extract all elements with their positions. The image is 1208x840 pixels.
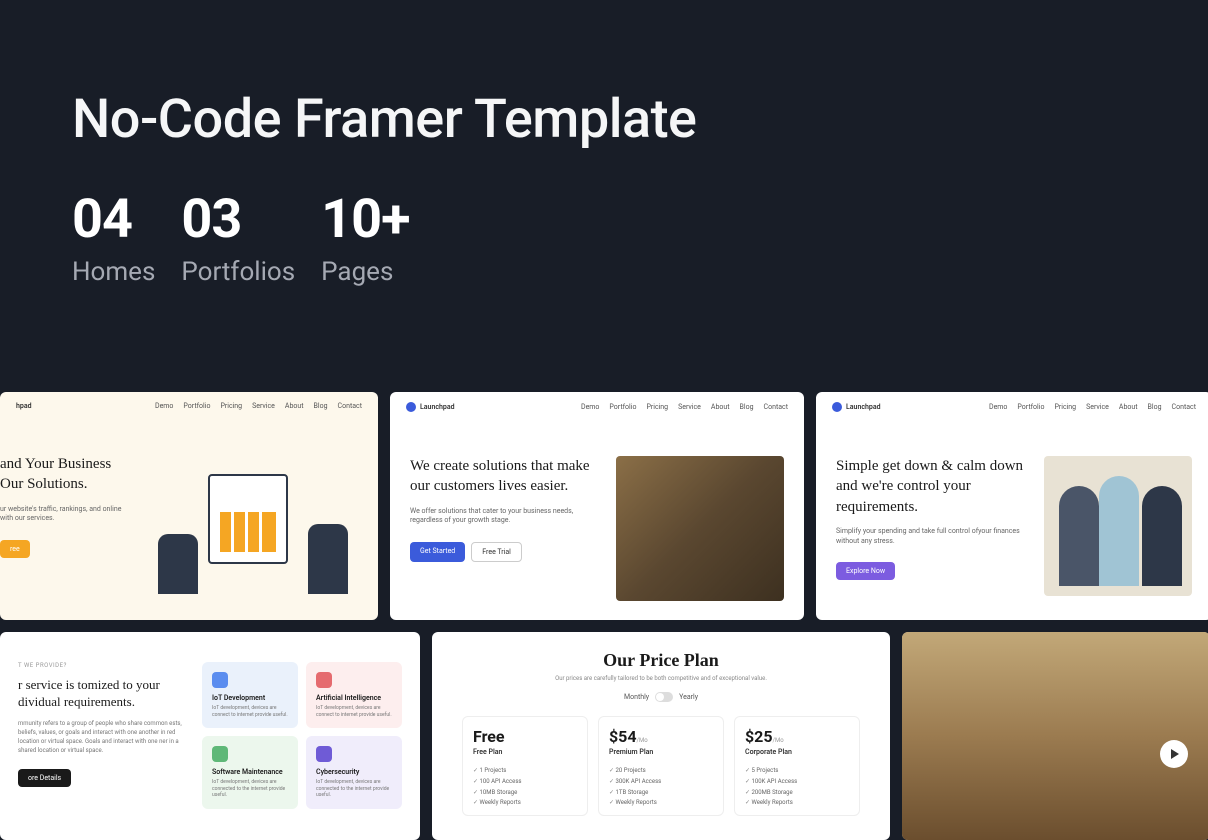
service-cards: IoT Development IoT development, devices… xyxy=(202,662,402,809)
thumb-menu: Demo Portfolio Pricing Service About Blo… xyxy=(581,403,788,411)
stat-num: 03 xyxy=(181,193,295,247)
thumb-nav: Launchpad Demo Portfolio Pricing Service… xyxy=(390,392,804,422)
thumb-image xyxy=(1044,456,1192,596)
template-thumb-1[interactable]: hpad Demo Portfolio Pricing Service Abou… xyxy=(0,392,378,620)
logo-icon xyxy=(406,402,416,412)
thumb-menu: Demo Portfolio Pricing Service About Blo… xyxy=(989,403,1196,411)
template-thumb-3[interactable]: Launchpad Demo Portfolio Pricing Service… xyxy=(816,392,1208,620)
thumb-headline: We create solutions that make our custom… xyxy=(410,456,600,497)
grid-row-2: T WE PROVIDE? r service is tomized to yo… xyxy=(0,632,1208,840)
toggle-switch[interactable] xyxy=(655,692,673,702)
stat-label: Portfolios xyxy=(181,257,295,287)
thumb-logo: Launchpad xyxy=(832,402,881,412)
hero-title: No-Code Framer Template xyxy=(72,88,1208,151)
thumb-label: T WE PROVIDE? xyxy=(18,662,184,669)
ai-icon xyxy=(316,672,332,688)
iot-icon xyxy=(212,672,228,688)
stat-homes: 04 Homes xyxy=(72,193,155,287)
hero-section: No-Code Framer Template 04 Homes 03 Port… xyxy=(0,0,1208,287)
software-icon xyxy=(212,746,228,762)
template-thumb-4[interactable]: T WE PROVIDE? r service is tomized to yo… xyxy=(0,632,420,840)
plan-free: Free Free Plan 1 Projects 100 API Access… xyxy=(462,716,588,816)
thumb-logo: hpad xyxy=(16,402,32,410)
logo-icon xyxy=(832,402,842,412)
thumb-menu: Demo Portfolio Pricing Service About Blo… xyxy=(155,402,362,410)
thumb-headline: and Your Business Our Solutions. xyxy=(0,454,132,495)
thumb-image xyxy=(616,456,784,601)
thumb-illustration xyxy=(148,454,358,604)
plan-features: 20 Projects 300K API Access 1TB Storage … xyxy=(609,766,713,809)
stats-row: 04 Homes 03 Portfolios 10+ Pages xyxy=(72,193,1208,287)
cta-button[interactable]: ree xyxy=(0,540,30,558)
stat-label: Homes xyxy=(72,257,155,287)
pricing-title: Our Price Plan xyxy=(462,650,860,671)
get-started-button[interactable]: Get Started xyxy=(410,542,465,562)
billing-toggle[interactable]: Monthly Yearly xyxy=(462,692,860,702)
service-card-ai: Artificial Intelligence IoT development,… xyxy=(306,662,402,728)
stat-num: 10+ xyxy=(321,193,409,247)
stat-pages: 10+ Pages xyxy=(321,193,409,287)
thumb-subtext: ur website's traffic, rankings, and onli… xyxy=(0,505,132,525)
security-icon xyxy=(316,746,332,762)
pricing-sub: Our prices are carefully tailored to be … xyxy=(462,675,860,682)
template-thumb-5[interactable]: Our Price Plan Our prices are carefully … xyxy=(432,632,890,840)
service-card-iot: IoT Development IoT development, devices… xyxy=(202,662,298,728)
thumb-nav: Launchpad Demo Portfolio Pricing Service… xyxy=(816,392,1208,422)
plan-features: 1 Projects 100 API Access 10MB Storage W… xyxy=(473,766,577,809)
thumb-subtext: mmunity refers to a group of people who … xyxy=(18,719,184,755)
template-grid: hpad Demo Portfolio Pricing Service Abou… xyxy=(0,392,1208,840)
explore-button[interactable]: Explore Now xyxy=(836,562,895,580)
thumb-subtext: Simplify your spending and take full con… xyxy=(836,527,1028,547)
free-trial-button[interactable]: Free Trial xyxy=(471,542,522,562)
stat-num: 04 xyxy=(72,193,155,247)
stat-portfolios: 03 Portfolios xyxy=(181,193,295,287)
plan-corporate: $25/Mo Corporate Plan 5 Projects 100K AP… xyxy=(734,716,860,816)
thumb-nav: hpad Demo Portfolio Pricing Service Abou… xyxy=(0,392,378,420)
more-details-button[interactable]: ore Details xyxy=(18,769,71,787)
thumb-headline: r service is tomized to your dividual re… xyxy=(18,677,184,711)
template-thumb-2[interactable]: Launchpad Demo Portfolio Pricing Service… xyxy=(390,392,804,620)
grid-row-1: hpad Demo Portfolio Pricing Service Abou… xyxy=(0,392,1208,620)
plan-features: 5 Projects 100K API Access 200MB Storage… xyxy=(745,766,849,809)
play-button-icon[interactable] xyxy=(1160,740,1188,768)
stat-label: Pages xyxy=(321,257,409,287)
thumb-subtext: We offer solutions that cater to your bu… xyxy=(410,507,600,527)
pricing-cards: Free Free Plan 1 Projects 100 API Access… xyxy=(462,716,860,816)
thumb-headline: Simple get down & calm down and we're co… xyxy=(836,456,1028,517)
video-preview xyxy=(902,632,1208,840)
service-card-security: Cybersecurity IoT development, devices a… xyxy=(306,736,402,809)
plan-premium: $54/Mo Premium Plan 20 Projects 300K API… xyxy=(598,716,724,816)
template-thumb-6[interactable] xyxy=(902,632,1208,840)
service-card-software: Software Maintenance IoT development, de… xyxy=(202,736,298,809)
thumb-logo: Launchpad xyxy=(406,402,455,412)
